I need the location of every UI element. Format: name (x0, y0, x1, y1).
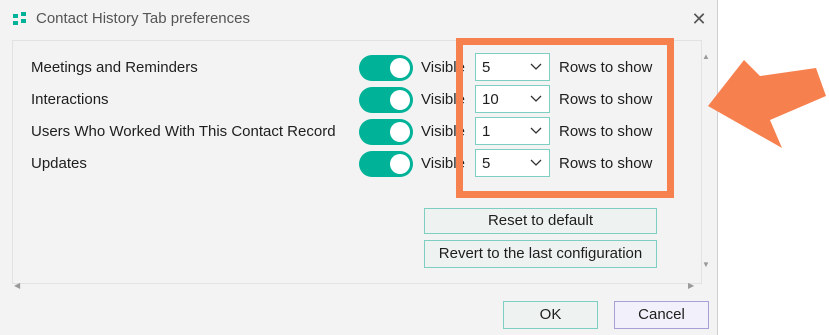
rows-select[interactable]: 5 (475, 53, 550, 81)
row-label: Meetings and Reminders (31, 59, 198, 76)
app-logo-icon (12, 11, 28, 27)
row-label: Users Who Worked With This Contact Recor… (31, 123, 336, 140)
rows-to-show-label: Rows to show (559, 123, 653, 140)
rows-to-show-label: Rows to show (559, 59, 653, 76)
toggle-knob (390, 58, 410, 78)
annotation-arrow-icon (708, 60, 826, 148)
chevron-down-icon (529, 123, 543, 137)
rows-select[interactable]: 10 (475, 85, 550, 113)
rows-select[interactable]: 1 (475, 117, 550, 145)
visible-label: Visible (421, 155, 465, 172)
toggle-knob (390, 90, 410, 110)
horizontal-scrollbar[interactable]: ◀ ▶ (12, 280, 702, 292)
preferences-dialog: Contact History Tab preferences ✕ Meetin… (0, 0, 718, 335)
setting-row-meetings: Meetings and Reminders Visible 5 Rows to… (13, 53, 703, 83)
dialog-title: Contact History Tab preferences (36, 10, 250, 27)
toggle-knob (390, 122, 410, 142)
visible-label: Visible (421, 59, 465, 76)
reset-to-default-button[interactable]: Reset to default (424, 208, 657, 234)
title-bar: Contact History Tab preferences ✕ (0, 0, 718, 38)
scroll-down-icon[interactable]: ▼ (702, 260, 710, 269)
rows-select-value: 5 (482, 155, 491, 172)
row-label: Updates (31, 155, 87, 172)
scroll-left-icon[interactable]: ◀ (14, 281, 20, 290)
visible-label: Visible (421, 91, 465, 108)
rows-select-value: 5 (482, 59, 491, 76)
setting-row-users: Users Who Worked With This Contact Recor… (13, 117, 703, 147)
cancel-button[interactable]: Cancel (614, 301, 709, 329)
rows-select-value: 1 (482, 123, 491, 140)
visible-toggle[interactable] (359, 119, 413, 145)
close-icon[interactable]: ✕ (684, 6, 714, 32)
toggle-knob (390, 154, 410, 174)
scroll-right-icon[interactable]: ▶ (688, 281, 694, 290)
rows-to-show-label: Rows to show (559, 91, 653, 108)
rows-select-value: 10 (482, 91, 499, 108)
visible-toggle[interactable] (359, 55, 413, 81)
rows-to-show-label: Rows to show (559, 155, 653, 172)
rows-select[interactable]: 5 (475, 149, 550, 177)
visible-toggle[interactable] (359, 151, 413, 177)
chevron-down-icon (529, 91, 543, 105)
setting-row-updates: Updates Visible 5 Rows to show (13, 149, 703, 179)
setting-row-interactions: Interactions Visible 10 Rows to show (13, 85, 703, 115)
ok-button[interactable]: OK (503, 301, 598, 329)
visible-label: Visible (421, 123, 465, 140)
chevron-down-icon (529, 59, 543, 73)
visible-toggle[interactable] (359, 87, 413, 113)
revert-configuration-button[interactable]: Revert to the last configuration (424, 240, 657, 268)
chevron-down-icon (529, 155, 543, 169)
row-label: Interactions (31, 91, 109, 108)
